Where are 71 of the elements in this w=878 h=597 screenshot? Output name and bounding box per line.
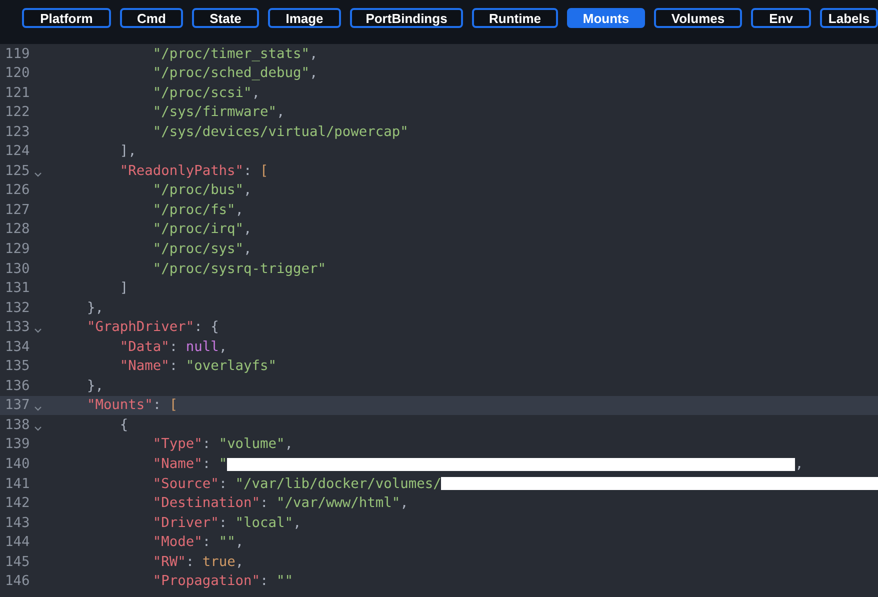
line-number: 135 xyxy=(4,357,31,376)
line-number: 145 xyxy=(4,552,31,572)
code-text: "/proc/sysrq-trigger" xyxy=(152,260,326,279)
line-number: 129 xyxy=(4,240,31,259)
code-text: "Destination": "/var/www/html", xyxy=(152,494,408,514)
code-text: "Driver": "local", xyxy=(152,514,302,533)
code-text: "Name": "overlayfs" xyxy=(118,357,277,376)
line-number: 141 xyxy=(4,474,31,494)
code-text: "Data": null, xyxy=(118,338,228,357)
line-number: 132 xyxy=(4,298,31,318)
code-text: "/proc/irq", xyxy=(152,220,252,240)
code-text: "Mode": "", xyxy=(152,533,244,552)
code-text: "/proc/sched_debug", xyxy=(152,64,318,84)
line-number: 119 xyxy=(4,44,31,64)
code-text: { xyxy=(118,416,128,435)
line-number: 124 xyxy=(4,142,31,162)
code-text: }, xyxy=(86,298,104,318)
line-number: 122 xyxy=(4,103,31,122)
code-text: "Name": " xyxy=(152,454,228,474)
chevron-down-icon[interactable] xyxy=(34,426,42,431)
tab[interactable]: PortBindings xyxy=(350,8,463,28)
line-number: 137 xyxy=(4,396,31,416)
code-text: "/proc/scsi", xyxy=(152,84,260,103)
chevron-down-icon[interactable] xyxy=(34,328,42,333)
line-number: 142 xyxy=(4,494,31,514)
code-text: }, xyxy=(86,376,104,396)
line-number: 128 xyxy=(4,220,31,240)
code-text: "Source": "/var/lib/docker/volumes/ xyxy=(152,474,442,494)
tab[interactable]: State xyxy=(192,8,259,28)
line-number: 140 xyxy=(4,454,31,474)
line-number: 131 xyxy=(4,279,31,298)
code-text: "Type": "volume", xyxy=(152,435,294,454)
line-number: 139 xyxy=(4,435,31,454)
code-text: "ReadonlyPaths": [ xyxy=(118,162,268,181)
code-text: "/sys/devices/virtual/powercap" xyxy=(152,122,408,142)
code-text: "Mounts": [ xyxy=(86,396,178,416)
chevron-down-icon[interactable] xyxy=(34,172,42,177)
code-text: "/proc/fs", xyxy=(152,200,244,220)
code-text: ], xyxy=(118,142,136,162)
chevron-down-icon[interactable] xyxy=(34,406,42,412)
line-number: 130 xyxy=(4,260,31,279)
line-number: 143 xyxy=(4,514,31,533)
line-number: 125 xyxy=(4,162,31,181)
code-text: "/sys/firmware", xyxy=(152,103,285,122)
code-text: "/proc/bus", xyxy=(152,181,252,200)
line-number: 121 xyxy=(4,84,31,103)
line-number: 120 xyxy=(4,64,31,84)
code-text: "Propagation": "" xyxy=(152,572,293,592)
tab[interactable]: Image xyxy=(268,8,341,28)
code-text: "RW": true, xyxy=(152,552,244,572)
tab[interactable]: Volumes xyxy=(654,8,742,28)
line-number: 123 xyxy=(4,122,31,142)
code-text: "/proc/sys", xyxy=(152,240,252,259)
code-text: "/proc/timer_stats", xyxy=(152,44,318,64)
tab[interactable]: Env xyxy=(751,8,811,28)
line-number: 138 xyxy=(4,416,31,435)
code-text: ] xyxy=(118,279,128,298)
tab[interactable]: Labels xyxy=(820,8,878,28)
line-number: 126 xyxy=(4,181,31,200)
line-number: 144 xyxy=(4,533,31,552)
tab[interactable]: Runtime xyxy=(472,8,558,28)
code-text: , xyxy=(795,454,804,474)
line-number: 136 xyxy=(4,376,31,396)
line-number: 133 xyxy=(4,318,31,338)
line-number: 134 xyxy=(4,338,31,357)
code-text: "GraphDriver": { xyxy=(86,318,219,338)
line-number: 146 xyxy=(4,572,31,592)
line-number: 127 xyxy=(4,200,31,220)
tab[interactable]: Mounts xyxy=(567,8,645,28)
tab[interactable]: Platform xyxy=(22,8,111,28)
tab[interactable]: Cmd xyxy=(120,8,183,28)
